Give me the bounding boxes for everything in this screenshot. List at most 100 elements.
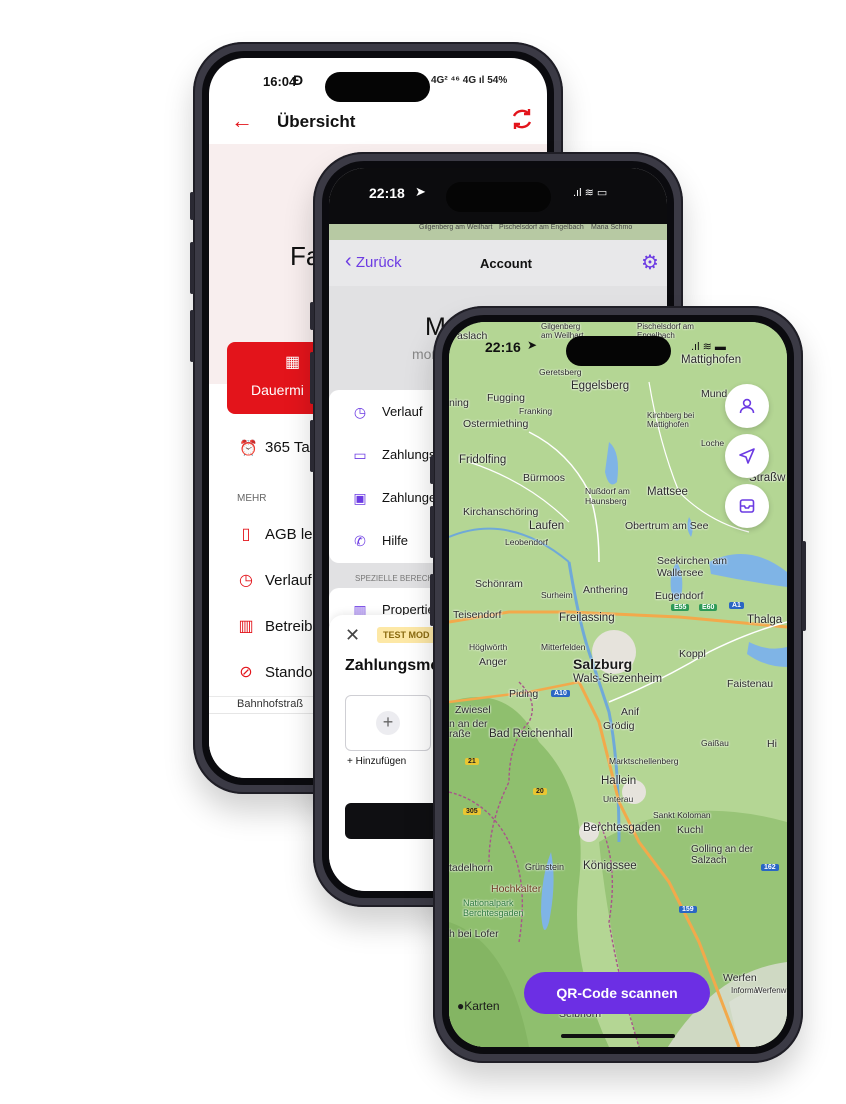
user-icon	[739, 398, 755, 414]
map-label: Seekirchen am Wallersee	[657, 555, 728, 579]
map-label: Gaißau	[701, 738, 729, 748]
dynamic-island	[446, 182, 551, 212]
side-button	[430, 506, 434, 558]
map-label: Fridolfing	[459, 454, 507, 466]
side-button	[430, 574, 434, 626]
map-label: Mitterfelden	[541, 642, 586, 652]
menu-label: Betreib	[265, 618, 313, 635]
map-label: Anif	[621, 706, 640, 718]
map-label: Hi	[767, 738, 777, 750]
menu-label: AGB les	[265, 526, 321, 543]
map-label: h bei Lofer	[449, 928, 499, 940]
map-label: Eugendorf	[655, 590, 704, 602]
map-label: Werfenw	[755, 986, 787, 995]
map-label: Bad Reichenhall	[489, 728, 573, 740]
road-badge: 305	[463, 808, 481, 815]
refresh-icon[interactable]	[509, 106, 535, 137]
map-label: Mattighofen	[681, 354, 742, 366]
road-badge: E60	[699, 604, 718, 611]
dynamic-island	[325, 72, 430, 102]
qr-scan-label: QR-Code scannen	[556, 985, 678, 1001]
side-button	[190, 310, 194, 362]
status-right: 4G² ⁴⁶ 4G ıl 54%	[431, 75, 508, 86]
test-mode-badge: TEST MOD	[377, 627, 436, 643]
map-label: Anthering	[583, 584, 628, 596]
dynamic-island	[566, 336, 671, 366]
map-label: Surheim	[541, 590, 573, 600]
map-label: Königssee	[583, 860, 637, 872]
map-label: Kuchl	[677, 824, 704, 836]
map-label: Marktschellenberg	[609, 756, 679, 766]
map-label: Sankt Koloman	[653, 810, 711, 820]
map-label: Grünstein	[525, 862, 565, 872]
profile-button[interactable]	[725, 384, 769, 428]
map-label: Fugging	[487, 392, 525, 404]
road-badge: 159	[679, 906, 697, 913]
map-label: Faistenau	[727, 678, 774, 690]
qr-scan-button[interactable]: QR-Code scannen	[524, 972, 710, 1014]
side-button	[190, 242, 194, 294]
map-label: Loche	[701, 438, 725, 448]
map-label: Grödig	[603, 720, 635, 732]
map-label: Bürmoos	[523, 472, 566, 484]
map-label: Mund	[701, 388, 728, 400]
side-button	[310, 302, 314, 330]
sheet-title: Zahlungsme	[345, 657, 440, 674]
calendar-icon: ▦	[285, 354, 301, 371]
back-arrow-icon[interactable]: ←	[231, 108, 253, 134]
road-badge: 20	[533, 788, 547, 795]
add-payment-card[interactable]: +	[345, 695, 431, 751]
section-heading-more: MEHR	[237, 493, 267, 504]
menu-label: Verlauf	[265, 572, 312, 589]
map-label: Nußdorf am Haunsberg	[585, 486, 630, 506]
close-icon[interactable]: ✕	[345, 625, 360, 646]
map-label: Geretsberg	[539, 367, 582, 377]
status-time: 16:04	[263, 74, 297, 89]
map-label: Obertrum am See	[625, 520, 709, 532]
inbox-button[interactable]	[725, 484, 769, 528]
map-label: Franking	[519, 406, 553, 416]
map-label-peak: Hochkalter	[491, 883, 542, 895]
clock-icon: ◷	[353, 404, 367, 420]
road-badge: A1	[729, 602, 744, 609]
map-label: Schönram	[475, 578, 523, 590]
map-label: Unterau	[603, 794, 634, 804]
section-heading-special: SPEZIELLE BERECH	[355, 574, 434, 583]
credit-card-icon: ▭	[353, 447, 367, 463]
nav-title: Account	[480, 256, 532, 271]
map-label: Anger	[479, 656, 508, 668]
map-label: Koppl	[679, 648, 706, 660]
map-label: Kirchberg bei Mattighofen	[647, 411, 695, 429]
chevron-left-icon: ‹	[345, 250, 352, 272]
map-label: Eggelsberg	[571, 380, 630, 392]
nav-bar: ‹ Zurück Account ⚙	[329, 240, 667, 286]
add-label: + Hinzufügen	[347, 756, 407, 767]
road-badge: 162	[761, 864, 779, 871]
signal-icon: .ıl ≋ ▭	[573, 187, 608, 199]
compass-icon: ⊘	[239, 664, 253, 681]
list-label: Verlauf	[382, 404, 423, 419]
back-button[interactable]: ‹ Zurück	[345, 250, 402, 273]
map-brand-label: Karten	[464, 999, 500, 1013]
subscription-label: Dauermi	[251, 382, 304, 398]
plus-icon: +	[376, 711, 400, 735]
clock-icon: ◷	[239, 572, 253, 589]
map-label: ning	[449, 397, 469, 409]
inbox-icon	[739, 499, 755, 513]
map-label: Werfen	[723, 972, 757, 984]
map-label: Höglwörth	[469, 642, 508, 652]
back-label: Zurück	[355, 254, 402, 271]
side-button	[310, 352, 314, 404]
phone-icon: ✆	[354, 533, 366, 549]
map-label: Teisendorf	[453, 609, 502, 621]
map-label: Wals-Siezenheim	[573, 673, 663, 685]
map-label: Berchtesgaden	[583, 822, 661, 834]
map-label: Zwiesel	[455, 704, 491, 716]
map-label: Kirchanschöring	[463, 506, 539, 518]
map-label: raße	[449, 728, 471, 740]
locate-me-button[interactable]	[725, 434, 769, 478]
map-label: Leobendorf	[505, 537, 549, 547]
gear-icon[interactable]: ⚙	[641, 250, 659, 275]
map-label-city: Salzburg	[573, 656, 633, 672]
side-button	[430, 456, 434, 484]
